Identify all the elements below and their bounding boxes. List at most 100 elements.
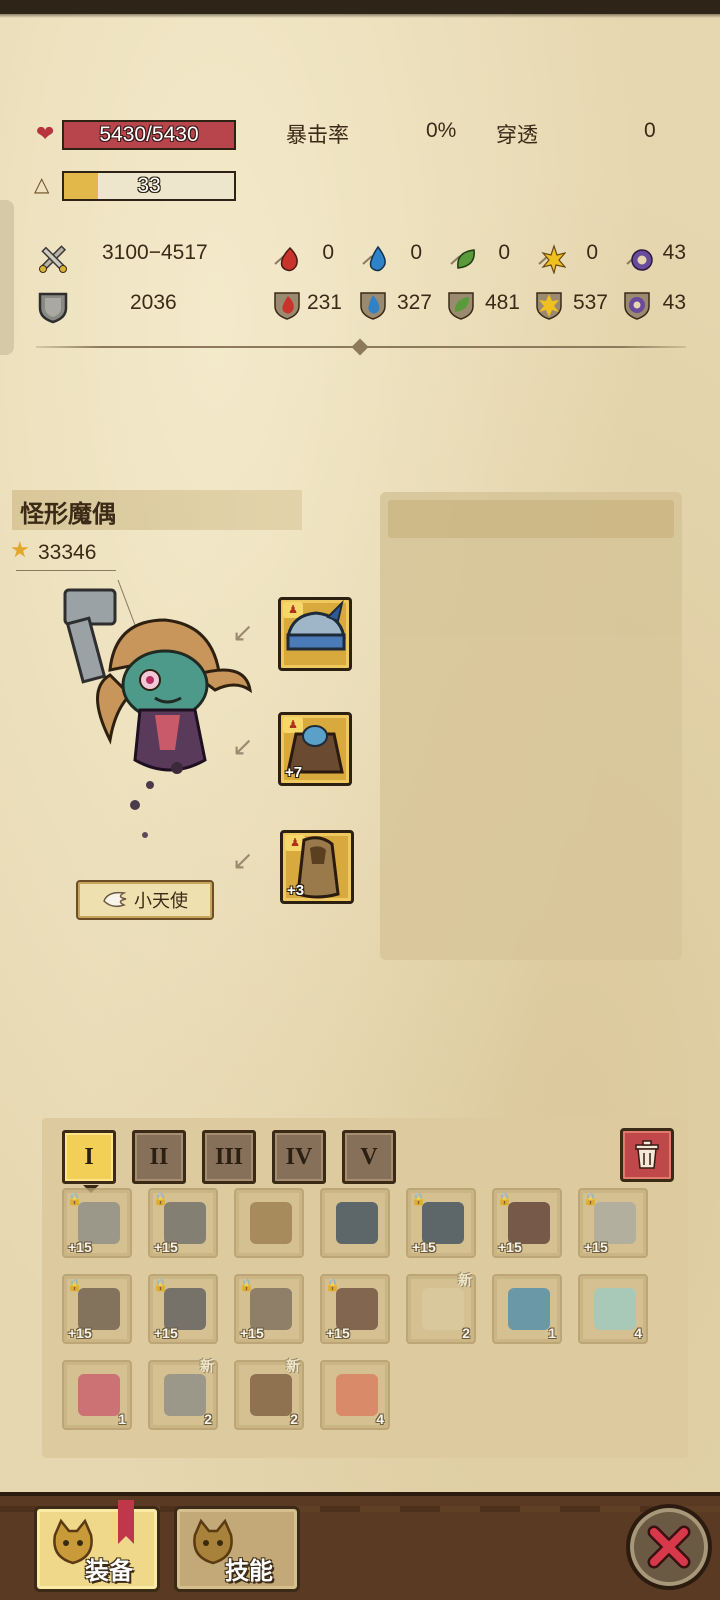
tab-1[interactable]: I [62,1130,116,1193]
power-underline [16,570,116,571]
equip-slot-cloak[interactable]: ♟ +3 [280,830,354,904]
item-count: 1 [118,1411,126,1427]
shoulder-armor-icon [422,1202,464,1244]
tab-5[interactable]: V [342,1130,396,1184]
item-enhance-level: +15 [326,1325,350,1341]
shoulder-armor-icon [336,1202,378,1244]
item-count: 4 [376,1411,384,1427]
light-resist-value: 537 [572,291,608,314]
drawer-handle[interactable] [0,200,14,355]
bookmark-ribbon [118,1500,134,1544]
mace-icon [78,1288,120,1330]
light-attack-value: 0 [586,241,598,264]
item-enhance-level: +15 [240,1325,264,1341]
close-button[interactable] [626,1504,712,1590]
equip-slot-helmet[interactable]: ♟ [278,597,352,671]
heart-icon: ❤ [36,122,55,147]
nature-resist-value: 481 [484,291,520,314]
ore-icon [164,1374,206,1416]
item-enhance-level: +15 [68,1325,92,1341]
fire-resist-icon [274,292,300,320]
potion-icon [594,1288,636,1330]
tab-3[interactable]: III [202,1130,256,1184]
attack-value: 3100−4517 [102,241,208,264]
equip-slot-armor[interactable]: ♟ +7 [278,712,352,786]
water-resist-value: 327 [396,291,432,314]
level-bar: 33 [62,171,236,201]
nature-resist-icon [448,292,474,320]
tab-4[interactable]: IV [272,1130,326,1184]
food-bowl-icon [336,1374,378,1416]
inventory-slot[interactable]: 🔒 +15 [148,1274,218,1344]
pet-badge[interactable]: 小天使 [76,880,214,920]
defense-value: 2036 [130,291,177,314]
water-resist-icon [360,292,386,320]
power-value: 33346 [38,541,97,564]
eye-scroll-icon [508,1288,550,1330]
tab-2[interactable]: II [132,1130,186,1184]
inventory-slot[interactable]: 1 [492,1274,562,1344]
equip-tab-button[interactable]: 装备 [34,1506,160,1592]
inventory-slot[interactable]: 2新 [148,1359,218,1430]
item-enhance-level: +15 [68,1239,92,1255]
item-enhance-level: +15 [498,1239,522,1255]
item-count: 2 [462,1325,470,1341]
water-attack-value: 0 [410,241,422,264]
item-enhance-level: +15 [154,1239,178,1255]
inventory-slot[interactable]: 🔒 +15 [492,1188,562,1258]
star-potion-icon [78,1374,120,1416]
inventory-slot[interactable]: 🔒 +15 [62,1274,132,1344]
item-count: 4 [634,1325,642,1341]
equip-level: +7 [285,764,303,781]
pierce-value: 0 [644,119,656,142]
new-badge: 新 [458,1273,472,1289]
gauntlet-icon [594,1202,636,1244]
inventory-slot[interactable]: 1 [62,1360,132,1430]
pierce-label: 穿透 [496,123,538,147]
arrow-left-icon: ↙ [232,618,254,648]
item-enhance-level: +15 [584,1239,608,1255]
whip-icon [250,1288,292,1330]
item-enhance-level: +15 [154,1325,178,1341]
item-enhance-level: +15 [412,1239,436,1255]
inventory-slot[interactable]: 2新 [234,1359,304,1430]
nature-attack-value: 0 [498,241,510,264]
light-resist-icon [536,292,562,320]
shield-icon [336,1288,378,1330]
arrow-left-icon: ↙ [232,846,254,876]
equip-level: +3 [287,882,305,899]
inventory-slot[interactable]: 🔒 +15 [406,1188,476,1258]
arrow-left-icon: ↙ [232,732,254,762]
inventory-slot[interactable]: 🔒 +15 [320,1274,390,1344]
skill-tab-button[interactable]: 技能 [174,1506,300,1592]
chest-icon [250,1374,292,1416]
dark-resist-value: 43 [662,291,686,314]
sword-icon [78,1202,120,1244]
fire-resist-value: 231 [306,291,342,314]
crit-value: 0% [426,119,457,142]
hp-bar: 5430/5430 [62,120,236,150]
wing-icon [103,891,127,908]
crossed-swords-icon [36,242,70,276]
star-icon: ★ [10,538,30,563]
inventory-slot[interactable]: 🔒 +15 [578,1188,648,1258]
inventory-slot[interactable]: 🔒 +15 [234,1274,304,1344]
item-info-panel [380,492,682,960]
skill-tab-label: 技能 [225,1557,273,1585]
inventory-slot[interactable] [320,1188,390,1258]
level-triangle-icon: △ [34,172,50,196]
bag-icon [250,1202,292,1244]
shield-icon [36,290,70,324]
inventory-slot[interactable]: 4 [578,1274,648,1344]
helmet-icon [286,599,346,651]
inventory-slot[interactable]: 4 [320,1360,390,1430]
inventory-slot[interactable]: 🔒 +15 [148,1188,218,1258]
level-value: 33 [137,174,161,197]
close-icon [647,1525,691,1569]
inventory-slot[interactable]: 🔒 +15 [62,1188,132,1258]
top-frame [0,0,720,18]
trash-button[interactable] [620,1128,674,1182]
inventory-slot[interactable] [234,1188,304,1258]
inventory-slot[interactable]: 2新 [406,1273,476,1344]
bracer-icon [164,1288,206,1330]
